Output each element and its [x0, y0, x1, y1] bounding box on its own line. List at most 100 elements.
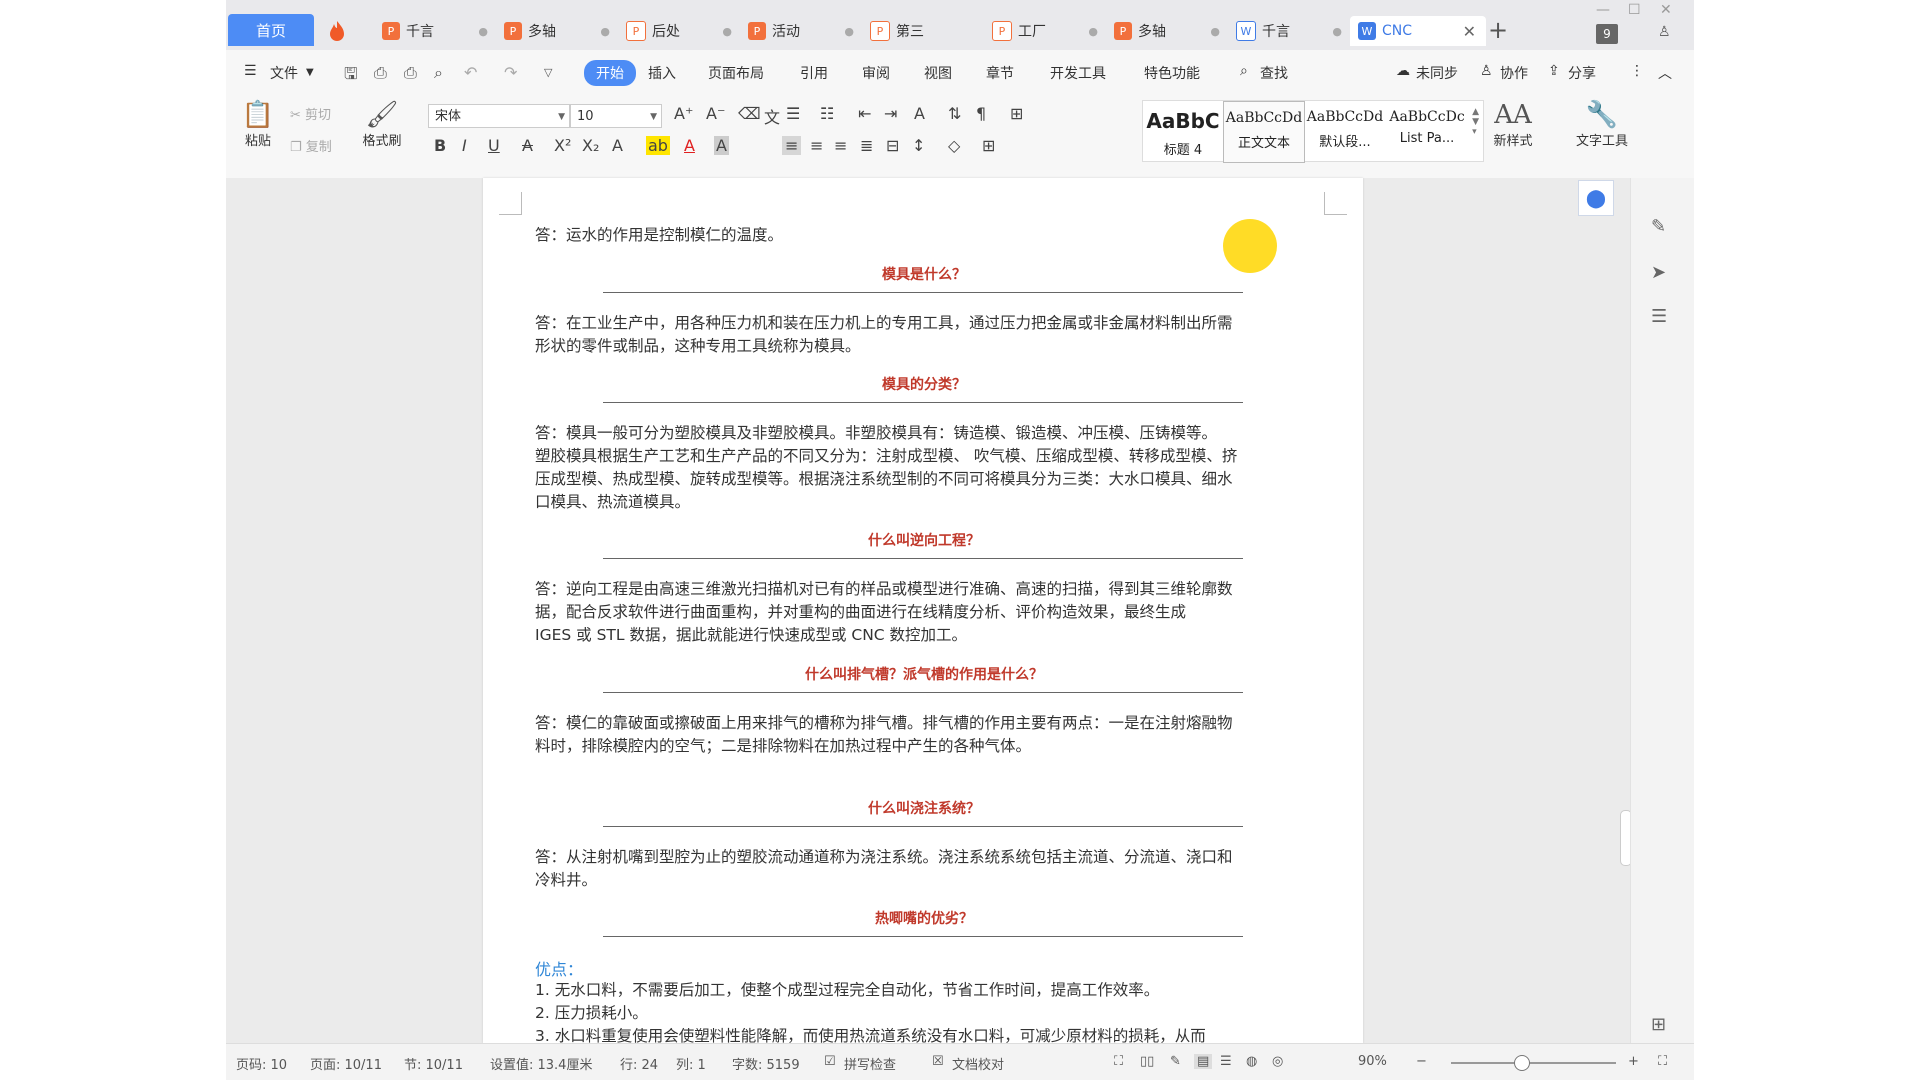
share-icon[interactable]: ⇪ [1548, 63, 1560, 79]
document-page[interactable]: 答：运水的作用是控制模仁的温度。 模具是什么？ 答：在工业生产中，用各种压力机和… [483, 178, 1363, 1045]
tab-close-dot[interactable]: ● [1210, 25, 1220, 38]
chevron-down-icon[interactable]: ▼ [306, 67, 314, 78]
tab-close-dot[interactable]: ● [1332, 25, 1342, 38]
collapse-ribbon-icon[interactable]: ︿ [1658, 63, 1672, 83]
proofread-button[interactable]: 文档校对 [952, 1054, 1004, 1073]
collab-icon[interactable]: ♙ [1480, 63, 1493, 79]
menu-file[interactable]: 文件 [270, 63, 298, 83]
line-spacing-icon[interactable]: ↕ [912, 136, 925, 155]
italic-icon[interactable]: I [462, 136, 467, 155]
reading-mode-icon[interactable]: ▯▯ [1140, 1054, 1154, 1069]
spell-check-button[interactable]: 拼写检查 [844, 1054, 896, 1073]
fit-window-icon[interactable]: ⛶ [1658, 1054, 1667, 1069]
style-body-text[interactable]: AaBbCcDd 正文文本 [1223, 101, 1305, 163]
location-pin-icon[interactable]: ⬤ [1578, 180, 1614, 216]
tab-doc-5[interactable]: P 第三 [870, 16, 988, 46]
share-button[interactable]: 分享 [1568, 63, 1596, 83]
hamburger-icon[interactable]: ☰ [244, 63, 257, 79]
align-right-icon[interactable]: ≡ [834, 136, 847, 155]
notification-badge[interactable]: 9 [1596, 24, 1618, 44]
minimize-icon[interactable]: — [1596, 2, 1610, 18]
numbered-list-icon[interactable]: ☷ [820, 104, 834, 123]
font-family-select[interactable]: 宋体 ▼ [428, 104, 570, 128]
new-tab-icon[interactable]: + [1488, 16, 1508, 44]
style-list-paragraph[interactable]: AaBbCcDc List Pa... [1387, 101, 1467, 161]
menu-search[interactable]: 查找 [1260, 63, 1288, 83]
pen-icon[interactable]: ✎ [1651, 216, 1666, 237]
zoom-slider-knob[interactable] [1514, 1055, 1530, 1071]
tab-close-dot[interactable]: ● [478, 25, 488, 38]
quick-access-dropdown-icon[interactable]: ▽ [544, 66, 552, 79]
tab-close-dot[interactable]: ● [722, 25, 732, 38]
settings-sliders-icon[interactable]: ☰ [1651, 306, 1667, 327]
superscript-icon[interactable]: X² [554, 136, 571, 155]
tab-doc-8[interactable]: W 千言 ● [1236, 16, 1354, 46]
fullscreen-icon[interactable]: ⛶ [1114, 1054, 1123, 1069]
style-heading-4[interactable]: AaBbC 标题 4 [1143, 101, 1223, 161]
menu-developer[interactable]: 开发工具 [1050, 63, 1106, 83]
tab-home[interactable]: 首页 [228, 14, 314, 46]
spell-check-icon[interactable]: ☑ [824, 1054, 836, 1069]
sort-icon[interactable]: ⇅ [948, 104, 961, 123]
undo-icon[interactable]: ↶ [464, 63, 477, 82]
tab-doc-4[interactable]: P 活动 ● [748, 16, 866, 46]
menu-reference[interactable]: 引用 [800, 63, 828, 83]
bullet-list-icon[interactable]: ☰ [786, 104, 800, 123]
close-window-icon[interactable]: ✕ [1660, 2, 1672, 18]
search-icon[interactable]: ⌕ [1240, 63, 1248, 79]
tab-doc-active[interactable]: W CNC ✕ [1350, 16, 1486, 46]
menu-features[interactable]: 特色功能 [1144, 63, 1200, 83]
zoom-slider[interactable] [1451, 1062, 1616, 1064]
tab-close-dot[interactable]: ● [600, 25, 610, 38]
close-tab-icon[interactable]: ✕ [1463, 22, 1476, 41]
bold-icon[interactable]: B [434, 136, 446, 155]
text-tools-button[interactable]: 🔧 文字工具 [1570, 100, 1634, 149]
justify-icon[interactable]: ≣ [860, 136, 873, 155]
redo-icon[interactable]: ↷ [504, 63, 517, 82]
decrease-indent-icon[interactable]: ⇤ [858, 104, 871, 123]
eye-protection-icon[interactable]: ◎ [1272, 1054, 1283, 1069]
border-icon[interactable]: ⊞ [982, 136, 995, 155]
status-word-count[interactable]: 字数: 5159 [732, 1054, 800, 1073]
tab-doc-7[interactable]: P 多轴 ● [1114, 16, 1232, 46]
web-view-icon[interactable]: ◍ [1246, 1054, 1257, 1069]
shading-icon[interactable]: ◇ [948, 136, 960, 155]
output-icon[interactable]: ⎙ [374, 63, 387, 83]
menu-chapter[interactable]: 章节 [986, 63, 1014, 83]
text-effect-icon[interactable]: A [612, 136, 623, 155]
increase-indent-icon[interactable]: ⇥ [884, 104, 897, 123]
menu-insert[interactable]: 插入 [648, 63, 676, 83]
style-gallery-scroll-icon[interactable]: ▲ ▼ ▾ [1472, 107, 1479, 137]
save-icon[interactable]: 🖫 [344, 63, 358, 90]
align-left-icon[interactable]: ≡ [782, 136, 802, 155]
pointer-icon[interactable]: ➤ [1651, 262, 1666, 283]
tab-close-dot[interactable]: ● [844, 25, 854, 38]
collab-button[interactable]: 协作 [1500, 63, 1528, 83]
grid-apps-icon[interactable]: ⊞ [1651, 1014, 1666, 1035]
clear-format-icon[interactable]: ⌫ [738, 104, 761, 123]
phonetic-icon[interactable]: 文 [764, 104, 780, 128]
shrink-font-icon[interactable]: A⁻ [706, 104, 725, 123]
status-page[interactable]: 页面: 10/11 [310, 1054, 382, 1073]
copy-button[interactable]: ❐ 复制 [290, 136, 332, 155]
font-color-icon[interactable]: A [684, 136, 695, 155]
user-icon[interactable]: ♙ [1658, 24, 1671, 40]
cut-button[interactable]: ✂ 剪切 [290, 104, 331, 123]
style-default-paragraph[interactable]: AaBbCcDd 默认段... [1305, 101, 1385, 161]
zoom-level[interactable]: 90% [1358, 1054, 1387, 1069]
print-preview-icon[interactable]: ⌕ [434, 63, 443, 83]
sync-status[interactable]: 未同步 [1416, 63, 1458, 83]
tab-doc-3[interactable]: P 后处 ● [626, 16, 744, 46]
underline-icon[interactable]: U [488, 136, 500, 155]
distribute-icon[interactable]: ⊟ [886, 136, 899, 155]
outline-view-icon[interactable]: ☰ [1220, 1054, 1232, 1069]
edit-mode-icon[interactable]: ✎ [1170, 1054, 1181, 1069]
menu-start[interactable]: 开始 [584, 60, 636, 86]
subscript-icon[interactable]: X₂ [582, 136, 599, 155]
zoom-in-icon[interactable]: + [1628, 1054, 1639, 1069]
tab-doc-2[interactable]: P 多轴 ● [504, 16, 622, 46]
paste-button[interactable]: 📋 粘贴 [240, 100, 276, 149]
print-icon[interactable]: ⎙ [404, 63, 417, 83]
proofread-icon[interactable]: ☒ [932, 1054, 944, 1069]
new-style-button[interactable]: AA 新样式 [1488, 100, 1538, 149]
